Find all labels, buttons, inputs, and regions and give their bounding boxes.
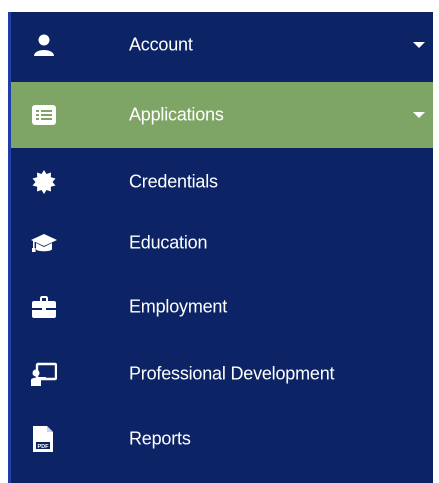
sidebar-item-education[interactable]: Education xyxy=(11,210,433,276)
pdf-file-icon: PDF xyxy=(31,426,57,452)
graduation-cap-icon xyxy=(31,230,57,256)
chevron-down-icon[interactable] xyxy=(413,112,425,118)
sidebar-item-label: Education xyxy=(129,232,208,253)
sidebar-item-label: Applications xyxy=(129,104,224,125)
briefcase-icon xyxy=(31,294,57,320)
sidebar-item-credentials[interactable]: Credentials xyxy=(11,149,433,215)
sidebar-item-professional-development[interactable]: Professional Development xyxy=(11,341,433,407)
svg-text:PDF: PDF xyxy=(38,444,50,450)
certificate-icon xyxy=(31,169,57,195)
sidebar-item-label: Account xyxy=(129,34,193,55)
sidebar-item-employment[interactable]: Employment xyxy=(11,274,433,340)
presentation-icon xyxy=(31,361,57,387)
user-icon xyxy=(31,32,57,58)
sidebar-item-label: Professional Development xyxy=(129,363,335,384)
sidebar-item-account[interactable]: Account xyxy=(11,12,433,78)
sidebar-nav: Account Applications Credentials Educati… xyxy=(8,12,433,483)
sidebar-item-label: Employment xyxy=(129,296,228,317)
sidebar-item-label: Reports xyxy=(129,428,191,449)
list-card-icon xyxy=(31,102,57,128)
sidebar-item-applications[interactable]: Applications xyxy=(11,82,433,148)
chevron-down-icon[interactable] xyxy=(413,42,425,48)
sidebar-item-reports[interactable]: PDF Reports xyxy=(11,406,433,472)
sidebar-item-label: Credentials xyxy=(129,171,218,192)
